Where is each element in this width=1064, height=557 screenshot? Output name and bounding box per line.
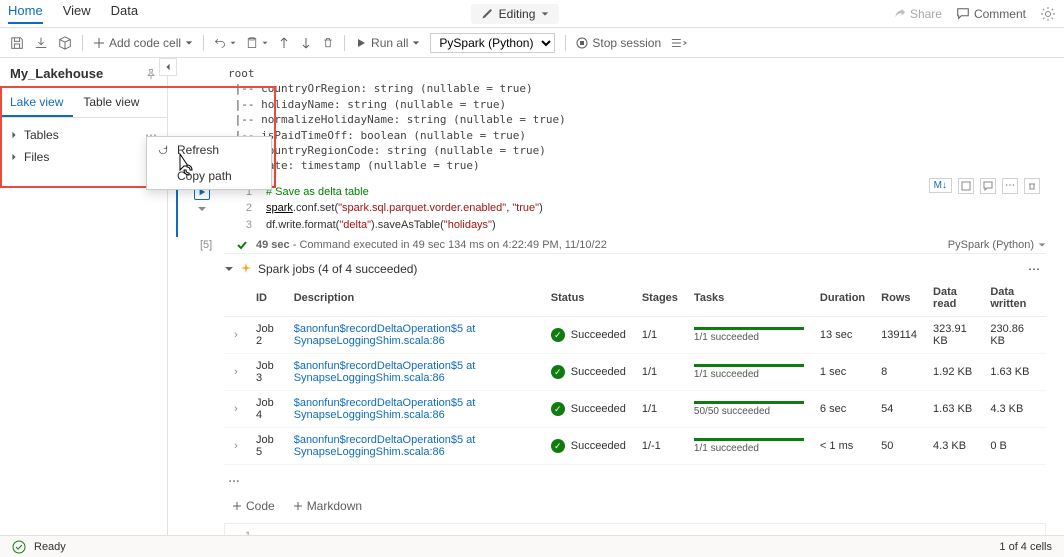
expand-row-icon[interactable]: › <box>224 317 248 354</box>
trash-icon[interactable] <box>1024 178 1040 194</box>
status-text: Ready <box>34 541 66 553</box>
notebook-area: root |-- countryOrRegion: string (nullab… <box>168 58 1064 535</box>
top-menu-bar: Home View Data Editing Share Comment <box>0 0 1064 28</box>
tree-tables[interactable]: Tables ⋯ <box>4 124 163 146</box>
stop-session-button[interactable]: Stop session <box>576 36 661 50</box>
chevron-down-icon[interactable] <box>197 204 207 214</box>
cell-count: 1 of 4 cells <box>999 541 1052 553</box>
table-view-tab[interactable]: Table view <box>73 89 149 117</box>
plus-icon <box>293 501 303 511</box>
undo-icon <box>214 37 226 49</box>
refresh-icon <box>157 144 169 156</box>
language-select[interactable]: PySpark (Python) <box>430 33 555 53</box>
tab-view[interactable]: View <box>63 3 91 24</box>
execution-status: [5] 49 sec - Command executed in 49 sec … <box>176 237 1046 253</box>
lakehouse-sidebar: My_Lakehouse Lake view Table view Tables… <box>0 58 168 535</box>
comment-button[interactable]: Comment <box>956 7 1026 21</box>
spark-jobs-panel: Spark jobs (4 of 4 succeeded) ⋯ ID Descr… <box>224 253 1046 489</box>
table-row[interactable]: › Job 5 $anonfun$recordDeltaOperation$5 … <box>224 428 1046 465</box>
share-button[interactable]: Share <box>892 7 942 21</box>
job-description-link[interactable]: $anonfun$recordDeltaOperation$5 at Synap… <box>294 360 476 384</box>
pin-icon[interactable] <box>145 68 157 80</box>
chevron-down-icon <box>541 10 549 18</box>
trash-icon[interactable] <box>322 37 334 49</box>
download-icon[interactable] <box>34 36 48 50</box>
success-icon: ✓ <box>551 402 565 416</box>
job-description-link[interactable]: $anonfun$recordDeltaOperation$5 at Synap… <box>294 397 476 421</box>
comment-icon <box>956 7 970 21</box>
cell-toolbar-icon[interactable] <box>980 178 996 194</box>
ctx-copy-path[interactable]: Copy path <box>147 163 271 189</box>
save-icon[interactable] <box>10 36 24 50</box>
chevron-down-icon <box>412 39 420 47</box>
success-icon: ✓ <box>551 365 565 379</box>
chevron-down-icon[interactable] <box>1038 241 1046 249</box>
ctx-refresh[interactable]: Refresh <box>147 137 271 163</box>
editing-mode-dropdown[interactable]: Editing <box>471 4 560 24</box>
add-cell-row: Code Markdown <box>176 489 1046 523</box>
add-code-cell-button[interactable]: Add code cell <box>93 36 193 50</box>
context-menu: Refresh Copy path <box>146 136 272 190</box>
job-description-link[interactable]: $anonfun$recordDeltaOperation$5 at Synap… <box>294 434 476 458</box>
job-description-link[interactable]: $anonfun$recordDeltaOperation$5 at Synap… <box>294 323 476 347</box>
notebook-toolbar: Add code cell Run all PySpark (Python) S… <box>0 28 1064 58</box>
tab-data[interactable]: Data <box>111 3 138 24</box>
code-cell: M↓ ⋯ 1# Save as delta table 2spark.conf.… <box>176 180 1046 490</box>
tree-files[interactable]: Files <box>4 146 163 168</box>
settings-icon[interactable] <box>1040 6 1056 22</box>
expand-row-icon[interactable]: › <box>224 354 248 391</box>
table-row[interactable]: › Job 3 $anonfun$recordDeltaOperation$5 … <box>224 354 1046 391</box>
status-bar: Ready 1 of 4 cells <box>0 535 1064 557</box>
ellipsis: … <box>224 465 1046 485</box>
arrow-down-icon[interactable] <box>300 37 312 49</box>
chevron-down-icon <box>224 264 234 274</box>
add-code-button[interactable]: Code <box>232 499 275 513</box>
expand-row-icon[interactable]: › <box>224 428 248 465</box>
pencil-icon <box>481 8 493 20</box>
lake-view-tab[interactable]: Lake view <box>0 89 73 117</box>
success-icon: ✓ <box>551 328 565 342</box>
more-icon[interactable]: ⋯ <box>1002 178 1018 194</box>
success-icon: ✓ <box>551 439 565 453</box>
share-icon <box>892 7 906 21</box>
editing-label: Editing <box>499 7 536 21</box>
cube-icon[interactable] <box>58 36 72 50</box>
stop-icon <box>576 37 588 49</box>
paste-button[interactable] <box>246 37 268 49</box>
schema-output: root |-- countryOrRegion: string (nullab… <box>228 66 1046 174</box>
undo-button[interactable] <box>214 37 236 49</box>
table-row[interactable]: › Job 2 $anonfun$recordDeltaOperation$5 … <box>224 317 1046 354</box>
empty-code-cell[interactable]: [ ] 1 Press shift + enter to run PySpark… <box>176 523 1046 535</box>
table-row[interactable]: › Job 4 $anonfun$recordDeltaOperation$5 … <box>224 391 1046 428</box>
run-all-button[interactable]: Run all <box>355 36 420 50</box>
spark-icon <box>240 263 252 275</box>
plus-icon <box>232 501 242 511</box>
play-icon <box>355 37 367 49</box>
markdown-badge[interactable]: M↓ <box>929 178 952 193</box>
spark-jobs-table: ID Description Status Stages Tasks Durat… <box>224 280 1046 465</box>
clipboard-icon <box>246 37 258 49</box>
cell-toolbar-icon[interactable] <box>958 178 974 194</box>
check-icon <box>236 239 248 251</box>
variables-icon[interactable] <box>671 36 687 50</box>
code-editor[interactable]: 1# Save as delta table 2spark.conf.set("… <box>226 180 1046 238</box>
check-circle-icon <box>12 540 26 554</box>
arrow-up-icon[interactable] <box>278 37 290 49</box>
add-markdown-button[interactable]: Markdown <box>293 499 362 513</box>
expand-row-icon[interactable]: › <box>224 391 248 428</box>
lakehouse-title: My_Lakehouse <box>10 66 103 81</box>
plus-icon <box>93 37 105 49</box>
more-icon[interactable]: ⋯ <box>1028 262 1040 276</box>
caret-right-icon <box>10 131 18 139</box>
chevron-down-icon <box>185 39 193 47</box>
tab-home[interactable]: Home <box>8 3 43 24</box>
caret-right-icon <box>10 153 18 161</box>
spark-jobs-toggle[interactable]: Spark jobs (4 of 4 succeeded) ⋯ <box>224 258 1046 280</box>
